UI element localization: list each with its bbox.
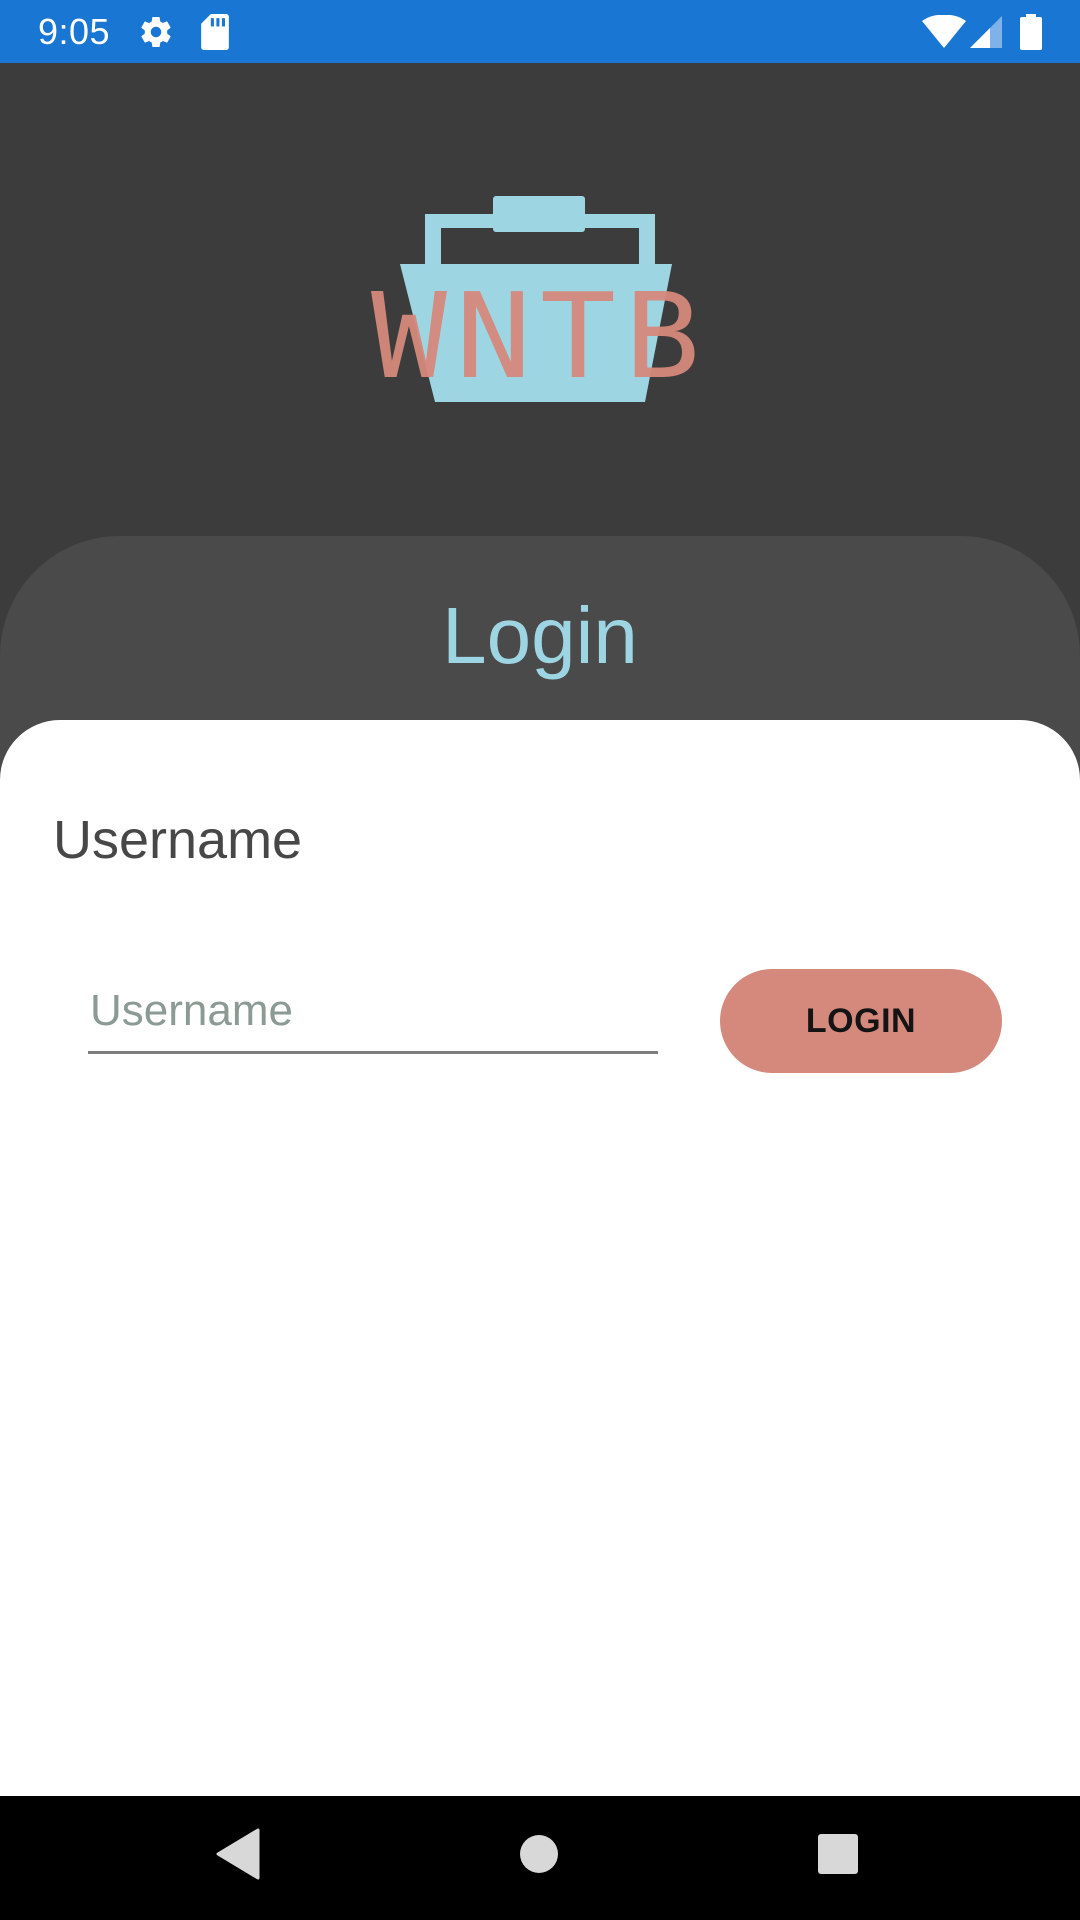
settings-icon xyxy=(141,17,171,48)
username-input[interactable] xyxy=(88,970,658,1054)
back-icon[interactable] xyxy=(216,1828,260,1880)
home-icon[interactable] xyxy=(519,1834,559,1874)
navigation-bar xyxy=(0,1796,1080,1920)
logo-wordmark: WNTB xyxy=(371,267,709,405)
status-time: 9:05 xyxy=(38,11,111,52)
page-title: Login xyxy=(442,591,638,680)
recents-icon[interactable] xyxy=(818,1834,858,1874)
username-label: Username xyxy=(53,810,303,870)
wifi-icon xyxy=(922,15,966,48)
wntb-logo: WNTB xyxy=(371,196,709,405)
battery-icon xyxy=(1020,14,1042,50)
status-bar: 9:05 xyxy=(0,0,1080,63)
sd-card-icon xyxy=(201,14,229,50)
cell-signal-icon xyxy=(970,16,1002,48)
login-form-card xyxy=(0,720,1080,1796)
login-button[interactable]: LOGIN xyxy=(720,969,1002,1073)
